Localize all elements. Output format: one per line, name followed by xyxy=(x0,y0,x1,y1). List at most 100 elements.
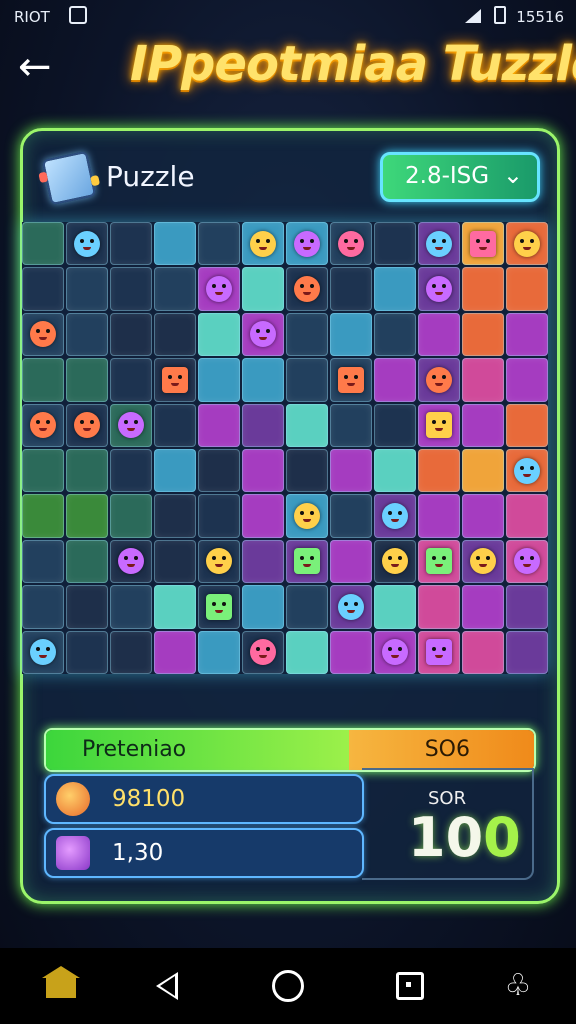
puzzle-tile[interactable] xyxy=(110,494,152,538)
puzzle-tile[interactable] xyxy=(110,267,152,311)
puzzle-tile[interactable] xyxy=(506,222,548,266)
puzzle-tile[interactable] xyxy=(110,630,152,674)
puzzle-tile[interactable] xyxy=(22,630,64,674)
puzzle-tile[interactable] xyxy=(286,539,328,584)
puzzle-tile[interactable] xyxy=(198,539,240,584)
puzzle-tile[interactable] xyxy=(154,449,196,493)
puzzle-tile[interactable] xyxy=(154,539,196,584)
puzzle-tile[interactable] xyxy=(506,585,548,629)
puzzle-tile[interactable] xyxy=(286,267,328,311)
puzzle-tile[interactable] xyxy=(506,494,548,538)
puzzle-board[interactable] xyxy=(22,222,548,674)
puzzle-tile[interactable] xyxy=(22,494,64,538)
puzzle-tile[interactable] xyxy=(242,312,284,357)
clover-icon[interactable]: ♧ xyxy=(496,964,540,1008)
puzzle-tile[interactable] xyxy=(66,539,108,584)
puzzle-tile[interactable] xyxy=(242,449,284,493)
level-dropdown[interactable]: 2.8-ISG ⌄ xyxy=(380,152,540,202)
puzzle-tile[interactable] xyxy=(462,267,504,311)
puzzle-tile[interactable] xyxy=(22,267,64,311)
puzzle-tile[interactable] xyxy=(330,494,372,538)
puzzle-tile[interactable] xyxy=(154,312,196,357)
puzzle-tile[interactable] xyxy=(462,494,504,538)
puzzle-tile[interactable] xyxy=(110,222,152,266)
puzzle-tile[interactable] xyxy=(330,267,372,311)
puzzle-tile[interactable] xyxy=(462,403,504,447)
puzzle-tile[interactable] xyxy=(506,358,548,402)
puzzle-tile[interactable] xyxy=(418,267,460,311)
puzzle-tile[interactable] xyxy=(286,494,328,538)
puzzle-tile[interactable] xyxy=(66,585,108,629)
puzzle-tile[interactable] xyxy=(374,585,416,629)
puzzle-tile[interactable] xyxy=(110,449,152,493)
puzzle-tile[interactable] xyxy=(66,403,108,447)
puzzle-tile[interactable] xyxy=(286,449,328,493)
puzzle-tile[interactable] xyxy=(242,630,284,674)
puzzle-tile[interactable] xyxy=(286,312,328,357)
puzzle-tile[interactable] xyxy=(462,449,504,493)
puzzle-tile[interactable] xyxy=(66,494,108,538)
puzzle-tile[interactable] xyxy=(198,222,240,266)
puzzle-tile[interactable] xyxy=(330,539,372,584)
puzzle-tile[interactable] xyxy=(330,449,372,493)
puzzle-tile[interactable] xyxy=(330,585,372,629)
puzzle-tile[interactable] xyxy=(374,222,416,266)
nav-home-circle-icon[interactable] xyxy=(266,964,310,1008)
puzzle-tile[interactable] xyxy=(22,539,64,584)
puzzle-tile[interactable] xyxy=(330,312,372,357)
puzzle-tile[interactable] xyxy=(506,312,548,357)
puzzle-tile[interactable] xyxy=(330,222,372,266)
puzzle-tile[interactable] xyxy=(242,539,284,584)
puzzle-tile[interactable] xyxy=(462,630,504,674)
puzzle-tile[interactable] xyxy=(242,358,284,402)
puzzle-tile[interactable] xyxy=(66,222,108,266)
puzzle-tile[interactable] xyxy=(418,449,460,493)
puzzle-tile[interactable] xyxy=(374,630,416,674)
puzzle-tile[interactable] xyxy=(198,585,240,629)
puzzle-tile[interactable] xyxy=(418,494,460,538)
puzzle-tile[interactable] xyxy=(198,312,240,357)
puzzle-tile[interactable] xyxy=(242,403,284,447)
puzzle-tile[interactable] xyxy=(418,358,460,402)
puzzle-tile[interactable] xyxy=(506,539,548,584)
puzzle-tile[interactable] xyxy=(22,222,64,266)
puzzle-tile[interactable] xyxy=(374,449,416,493)
puzzle-tile[interactable] xyxy=(242,222,284,266)
puzzle-tile[interactable] xyxy=(462,358,504,402)
puzzle-tile[interactable] xyxy=(110,539,152,584)
puzzle-tile[interactable] xyxy=(462,312,504,357)
puzzle-tile[interactable] xyxy=(418,585,460,629)
puzzle-tile[interactable] xyxy=(22,585,64,629)
puzzle-tile[interactable] xyxy=(462,222,504,266)
puzzle-tile[interactable] xyxy=(286,585,328,629)
puzzle-tile[interactable] xyxy=(110,312,152,357)
puzzle-tile[interactable] xyxy=(418,312,460,357)
puzzle-tile[interactable] xyxy=(22,312,64,357)
puzzle-tile[interactable] xyxy=(22,449,64,493)
puzzle-tile[interactable] xyxy=(418,539,460,584)
puzzle-tile[interactable] xyxy=(66,630,108,674)
puzzle-tile[interactable] xyxy=(374,403,416,447)
puzzle-tile[interactable] xyxy=(66,312,108,357)
puzzle-tile[interactable] xyxy=(418,630,460,674)
nav-recents-icon[interactable] xyxy=(388,964,432,1008)
puzzle-tile[interactable] xyxy=(22,358,64,402)
puzzle-tile[interactable] xyxy=(462,585,504,629)
puzzle-tile[interactable] xyxy=(242,494,284,538)
puzzle-tile[interactable] xyxy=(286,222,328,266)
puzzle-tile[interactable] xyxy=(330,403,372,447)
puzzle-tile[interactable] xyxy=(506,449,548,493)
back-arrow-icon[interactable]: ← xyxy=(18,46,60,88)
puzzle-tile[interactable] xyxy=(286,358,328,402)
puzzle-tile[interactable] xyxy=(374,267,416,311)
puzzle-tile[interactable] xyxy=(242,585,284,629)
puzzle-tile[interactable] xyxy=(286,630,328,674)
puzzle-tile[interactable] xyxy=(286,403,328,447)
puzzle-tile[interactable] xyxy=(198,630,240,674)
puzzle-tile[interactable] xyxy=(374,358,416,402)
puzzle-tile[interactable] xyxy=(154,494,196,538)
puzzle-tile[interactable] xyxy=(374,494,416,538)
home-icon[interactable] xyxy=(40,964,84,1008)
puzzle-tile[interactable] xyxy=(66,358,108,402)
puzzle-tile[interactable] xyxy=(198,494,240,538)
